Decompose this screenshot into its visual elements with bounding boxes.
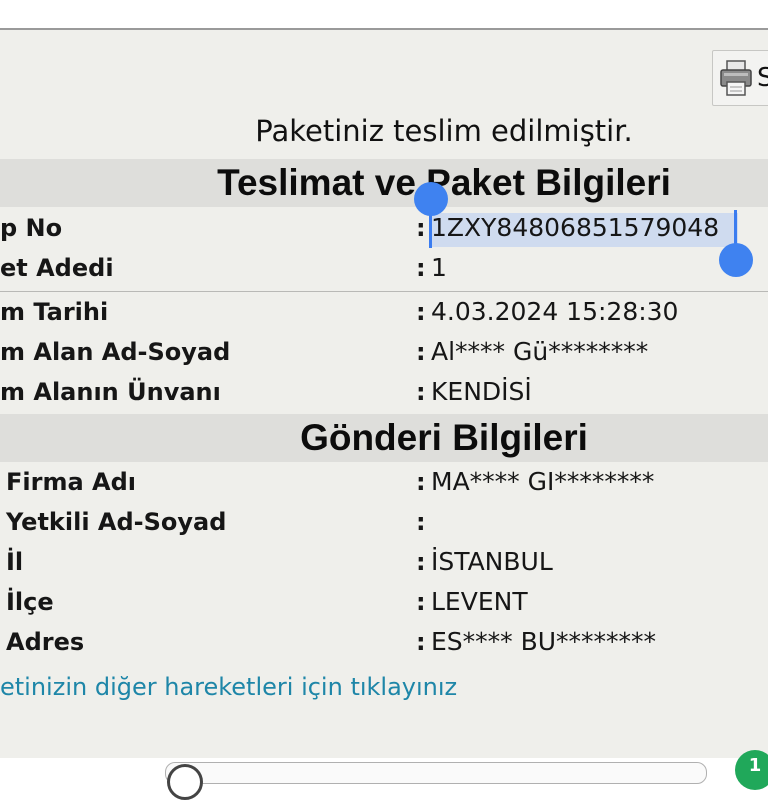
package-count-label: et Adedi [0,254,114,282]
recipient-name-label: m Alan Ad-Soyad [0,338,231,366]
notification-badge[interactable]: 1 [735,750,768,790]
bottom-circle-icon[interactable] [167,764,203,800]
address-label: Adres [6,628,85,656]
address-value: ES**** BU******** [431,627,657,656]
recipient-name-value: Al**** Gü******** [431,337,649,366]
tracking-number-label: p No [0,214,63,242]
printer-icon [720,60,752,96]
recipient-title-value: KENDİSİ [431,377,532,406]
recipient-title-label: m Alanın Ünvanı [0,378,221,406]
city-label: İl [6,548,24,576]
delivery-section-title: Teslimat ve Paket Bilgileri [217,162,671,203]
colon: : [416,378,426,406]
other-movements-link[interactable]: etinizin diğer hareketleri için tıklayın… [0,673,457,701]
selection-end-handle[interactable] [719,243,753,277]
colon: : [416,214,426,242]
colon: : [416,468,426,496]
tracking-number-value[interactable]: 1ZXY84806851579048 [431,213,719,242]
colon: : [416,548,426,576]
colon: : [416,298,426,326]
district-value: LEVENT [431,587,528,616]
city-value: İSTANBUL [431,547,553,576]
colon: : [416,628,426,656]
sender-section-title: Gönderi Bilgileri [300,417,588,458]
page-top-background [0,0,768,28]
company-name-label: Firma Adı [6,468,136,496]
contact-name-label: Yetkili Ad-Soyad [6,508,227,536]
delivery-date-label: m Tarihi [0,298,109,326]
colon: : [416,254,426,282]
print-button-label: S [757,63,768,93]
colon: : [416,588,426,616]
colon: : [416,508,426,536]
package-count-value: 1 [431,253,447,282]
delivery-date-value: 4.03.2024 15:28:30 [431,297,679,326]
company-name-value: MA**** GI******** [431,467,655,496]
bottom-control-bar[interactable] [165,762,707,784]
divider [0,291,768,292]
print-button[interactable]: S [712,50,768,106]
selection-start-handle[interactable] [414,182,448,216]
district-label: İlçe [6,588,54,616]
colon: : [416,338,426,366]
delivery-status-message: Paketiniz teslim edilmiştir. [255,114,633,148]
